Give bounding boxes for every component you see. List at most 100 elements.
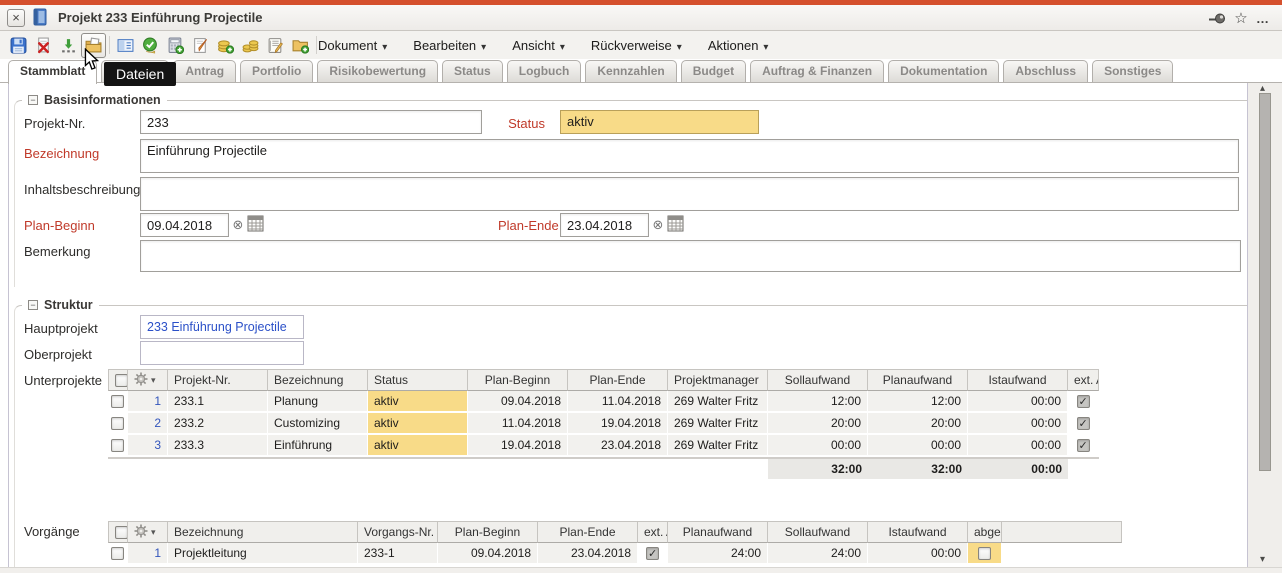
calendar-icon[interactable] bbox=[247, 214, 264, 233]
row-number-link[interactable]: 1 bbox=[128, 391, 168, 413]
ext-aufwand-checkbox[interactable] bbox=[1068, 391, 1099, 413]
hauptprojekt-link[interactable]: 233 Einführung Projectile bbox=[147, 320, 287, 334]
scrollbar-thumb[interactable] bbox=[1259, 93, 1271, 471]
select-all-checkbox[interactable] bbox=[108, 369, 128, 391]
calculator-add-button[interactable] bbox=[163, 32, 188, 58]
tab-dokumentation[interactable]: Dokumentation bbox=[888, 60, 999, 82]
col-vorgangs-nr[interactable]: Vorgangs-Nr. bbox=[358, 521, 438, 543]
plan-ende-input[interactable] bbox=[560, 213, 649, 237]
col-ext-aufwand[interactable]: ext. A bbox=[1068, 369, 1099, 391]
chevron-down-icon bbox=[476, 38, 486, 53]
col-plan-ende[interactable]: Plan-Ende bbox=[538, 521, 638, 543]
folder-add-button[interactable] bbox=[288, 32, 313, 58]
row-checkbox[interactable] bbox=[108, 413, 128, 435]
status-value[interactable]: aktiv bbox=[560, 110, 759, 134]
tab-antrag[interactable]: Antrag bbox=[173, 60, 236, 82]
cell-istaufwand: 00:00 bbox=[868, 543, 968, 565]
col-istaufwand[interactable]: Istaufwand bbox=[868, 521, 968, 543]
menu-aktionen[interactable]: Aktionen bbox=[708, 38, 769, 53]
delete-document-button[interactable] bbox=[31, 32, 56, 58]
table-header-row: Bezeichnung Vorgangs-Nr. Plan-Beginn Pla… bbox=[108, 521, 1122, 543]
ext-aufwand-checkbox[interactable] bbox=[1068, 435, 1099, 457]
tab-auftrag-finanzen[interactable]: Auftrag & Finanzen bbox=[750, 60, 884, 82]
edit-document-button[interactable] bbox=[188, 32, 213, 58]
col-sollaufwand[interactable]: Sollaufwand bbox=[768, 369, 868, 391]
col-planaufwand[interactable]: Planaufwand bbox=[668, 521, 768, 543]
plan-beginn-label: Plan-Beginn bbox=[24, 218, 95, 233]
row-checkbox[interactable] bbox=[108, 391, 128, 413]
plan-beginn-input[interactable] bbox=[140, 213, 229, 237]
oberprojekt-field[interactable] bbox=[140, 341, 304, 365]
scroll-down-icon[interactable]: ▾ bbox=[1260, 554, 1265, 565]
col-abgeschlossen[interactable]: abge bbox=[968, 521, 1002, 543]
cell-bezeichnung: Customizing bbox=[268, 413, 368, 435]
menu-ansicht[interactable]: Ansicht bbox=[512, 38, 565, 53]
col-planaufwand[interactable]: Planaufwand bbox=[868, 369, 968, 391]
clear-date-icon[interactable] bbox=[651, 217, 665, 231]
collapse-icon[interactable] bbox=[28, 95, 38, 105]
menu-rueckverweise[interactable]: Rückverweise bbox=[591, 38, 682, 53]
titlebar: × Projekt 233 Einführung Projectile ☆ … bbox=[0, 5, 1282, 31]
info-panel-button[interactable] bbox=[113, 32, 138, 58]
export-button[interactable] bbox=[56, 32, 81, 58]
tab-kennzahlen[interactable]: Kennzahlen bbox=[585, 60, 676, 82]
cell-plan-beginn: 09.04.2018 bbox=[468, 391, 568, 413]
col-bezeichnung[interactable]: Bezeichnung bbox=[168, 521, 358, 543]
vertical-scrollbar[interactable]: ▴ ▾ bbox=[1248, 83, 1282, 567]
menu-dokument[interactable]: Dokument bbox=[318, 38, 387, 53]
ext-aufwand-checkbox[interactable] bbox=[638, 543, 668, 565]
col-bezeichnung[interactable]: Bezeichnung bbox=[268, 369, 368, 391]
tab-risikobewertung[interactable]: Risikobewertung bbox=[317, 60, 438, 82]
tab-logbuch[interactable]: Logbuch bbox=[507, 60, 582, 82]
tab-abschluss[interactable]: Abschluss bbox=[1003, 60, 1088, 82]
col-plan-beginn[interactable]: Plan-Beginn bbox=[438, 521, 538, 543]
col-projektmanager[interactable]: Projektmanager bbox=[668, 369, 768, 391]
save-button[interactable] bbox=[6, 32, 31, 58]
gear-menu[interactable] bbox=[128, 369, 168, 391]
cell-sollaufwand: 20:00 bbox=[768, 413, 868, 435]
bemerkung-input[interactable] bbox=[140, 240, 1241, 272]
col-sollaufwand[interactable]: Sollaufwand bbox=[768, 521, 868, 543]
hauptprojekt-label: Hauptprojekt bbox=[24, 321, 98, 336]
row-number-link[interactable]: 1 bbox=[128, 543, 168, 565]
calendar-icon[interactable] bbox=[667, 214, 684, 233]
pin-icon[interactable] bbox=[1206, 8, 1226, 28]
col-projekt-nr[interactable]: Projekt-Nr. bbox=[168, 369, 268, 391]
row-checkbox[interactable] bbox=[108, 435, 128, 457]
horizontal-scrollbar[interactable] bbox=[0, 567, 1282, 573]
chevron-down-icon bbox=[758, 38, 768, 53]
menu-bearbeiten[interactable]: Bearbeiten bbox=[413, 38, 486, 53]
notebook-edit-button[interactable] bbox=[263, 32, 288, 58]
col-plan-beginn[interactable]: Plan-Beginn bbox=[468, 369, 568, 391]
tab-portfolio[interactable]: Portfolio bbox=[240, 60, 313, 82]
projekt-nr-input[interactable] bbox=[140, 110, 482, 134]
bezeichnung-input[interactable]: Einführung Projectile bbox=[140, 139, 1239, 173]
inhaltsbeschreibung-input[interactable] bbox=[140, 177, 1239, 211]
close-icon[interactable]: × bbox=[7, 9, 25, 27]
col-ext-aufwand[interactable]: ext. A bbox=[638, 521, 668, 543]
tooltip: Dateien bbox=[104, 62, 176, 86]
clear-date-icon[interactable] bbox=[231, 217, 245, 231]
projekt-nr-label: Projekt-Nr. bbox=[24, 116, 85, 131]
select-all-checkbox[interactable] bbox=[108, 521, 128, 543]
ext-aufwand-checkbox[interactable] bbox=[1068, 413, 1099, 435]
coins-button[interactable] bbox=[238, 32, 263, 58]
col-istaufwand[interactable]: Istaufwand bbox=[968, 369, 1068, 391]
chevron-down-icon bbox=[555, 38, 565, 53]
tab-sonstiges[interactable]: Sonstiges bbox=[1092, 60, 1173, 82]
tab-budget[interactable]: Budget bbox=[681, 60, 746, 82]
row-number-link[interactable]: 2 bbox=[128, 413, 168, 435]
row-checkbox[interactable] bbox=[108, 543, 128, 565]
col-plan-ende[interactable]: Plan-Ende bbox=[568, 369, 668, 391]
star-icon[interactable]: ☆ bbox=[1231, 8, 1251, 28]
row-number-link[interactable]: 3 bbox=[128, 435, 168, 457]
tab-status[interactable]: Status bbox=[442, 60, 503, 82]
cell-istaufwand: 00:00 bbox=[968, 391, 1068, 413]
gear-menu[interactable] bbox=[128, 521, 168, 543]
more-options-icon[interactable]: … bbox=[1253, 8, 1273, 28]
approve-button[interactable] bbox=[138, 32, 163, 58]
col-status[interactable]: Status bbox=[368, 369, 468, 391]
coins-add-button[interactable] bbox=[213, 32, 238, 58]
abgeschlossen-checkbox[interactable] bbox=[968, 543, 1002, 565]
collapse-icon[interactable] bbox=[28, 300, 38, 310]
